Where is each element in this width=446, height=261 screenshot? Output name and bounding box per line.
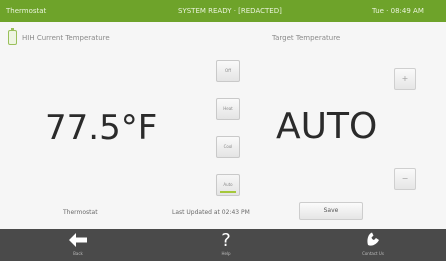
current-temperature-value: 77.5°F [45,108,158,148]
device-name: Thermostat [63,209,98,216]
mode-off-label: Off [225,68,231,73]
last-updated-text: Last Updated at 02:43 PM [172,209,250,216]
status-bar: Thermostat SYSTEM READY · [REDACTED] Tue… [0,0,446,22]
nav-help-button[interactable]: ? Help [196,229,256,261]
active-mode-indicator [220,191,236,193]
minus-icon: − [401,174,409,183]
target-temperature-value: AUTO [276,106,378,147]
thermostat-panel: HIH Current Temperature Target Temperatu… [0,22,446,229]
nav-contact-button[interactable]: Contact Us [343,229,403,261]
system-status: SYSTEM READY · [REDACTED] [178,7,282,15]
mode-selector: Off Heat Cool Auto [216,60,240,212]
bottom-nav: Back ? Help Contact Us [0,229,446,261]
increase-target-button[interactable]: + [394,68,416,90]
nav-contact-label: Contact Us [362,251,384,256]
target-temperature-label: Target Temperature [272,34,341,42]
back-arrow-icon [48,231,108,251]
battery-icon [8,28,17,45]
clock: Tue · 08:49 AM [372,7,424,15]
phone-icon [343,231,403,251]
mode-off-button[interactable]: Off [216,60,240,82]
app-title: Thermostat [6,7,47,15]
nav-back-button[interactable]: Back [48,229,108,261]
nav-help-label: Help [221,251,231,256]
mode-cool-label: Cool [223,144,233,149]
nav-back-label: Back [73,251,83,256]
mode-heat-label: Heat [223,106,233,111]
plus-icon: + [401,74,409,83]
save-button[interactable]: Save [299,202,363,220]
mode-heat-button[interactable]: Heat [216,98,240,120]
mode-auto-button[interactable]: Auto [216,174,240,196]
mode-cool-button[interactable]: Cool [216,136,240,158]
mode-auto-label: Auto [223,182,233,187]
current-temperature-label: HIH Current Temperature [22,34,110,42]
question-mark-icon: ? [221,230,231,251]
decrease-target-button[interactable]: − [394,168,416,190]
